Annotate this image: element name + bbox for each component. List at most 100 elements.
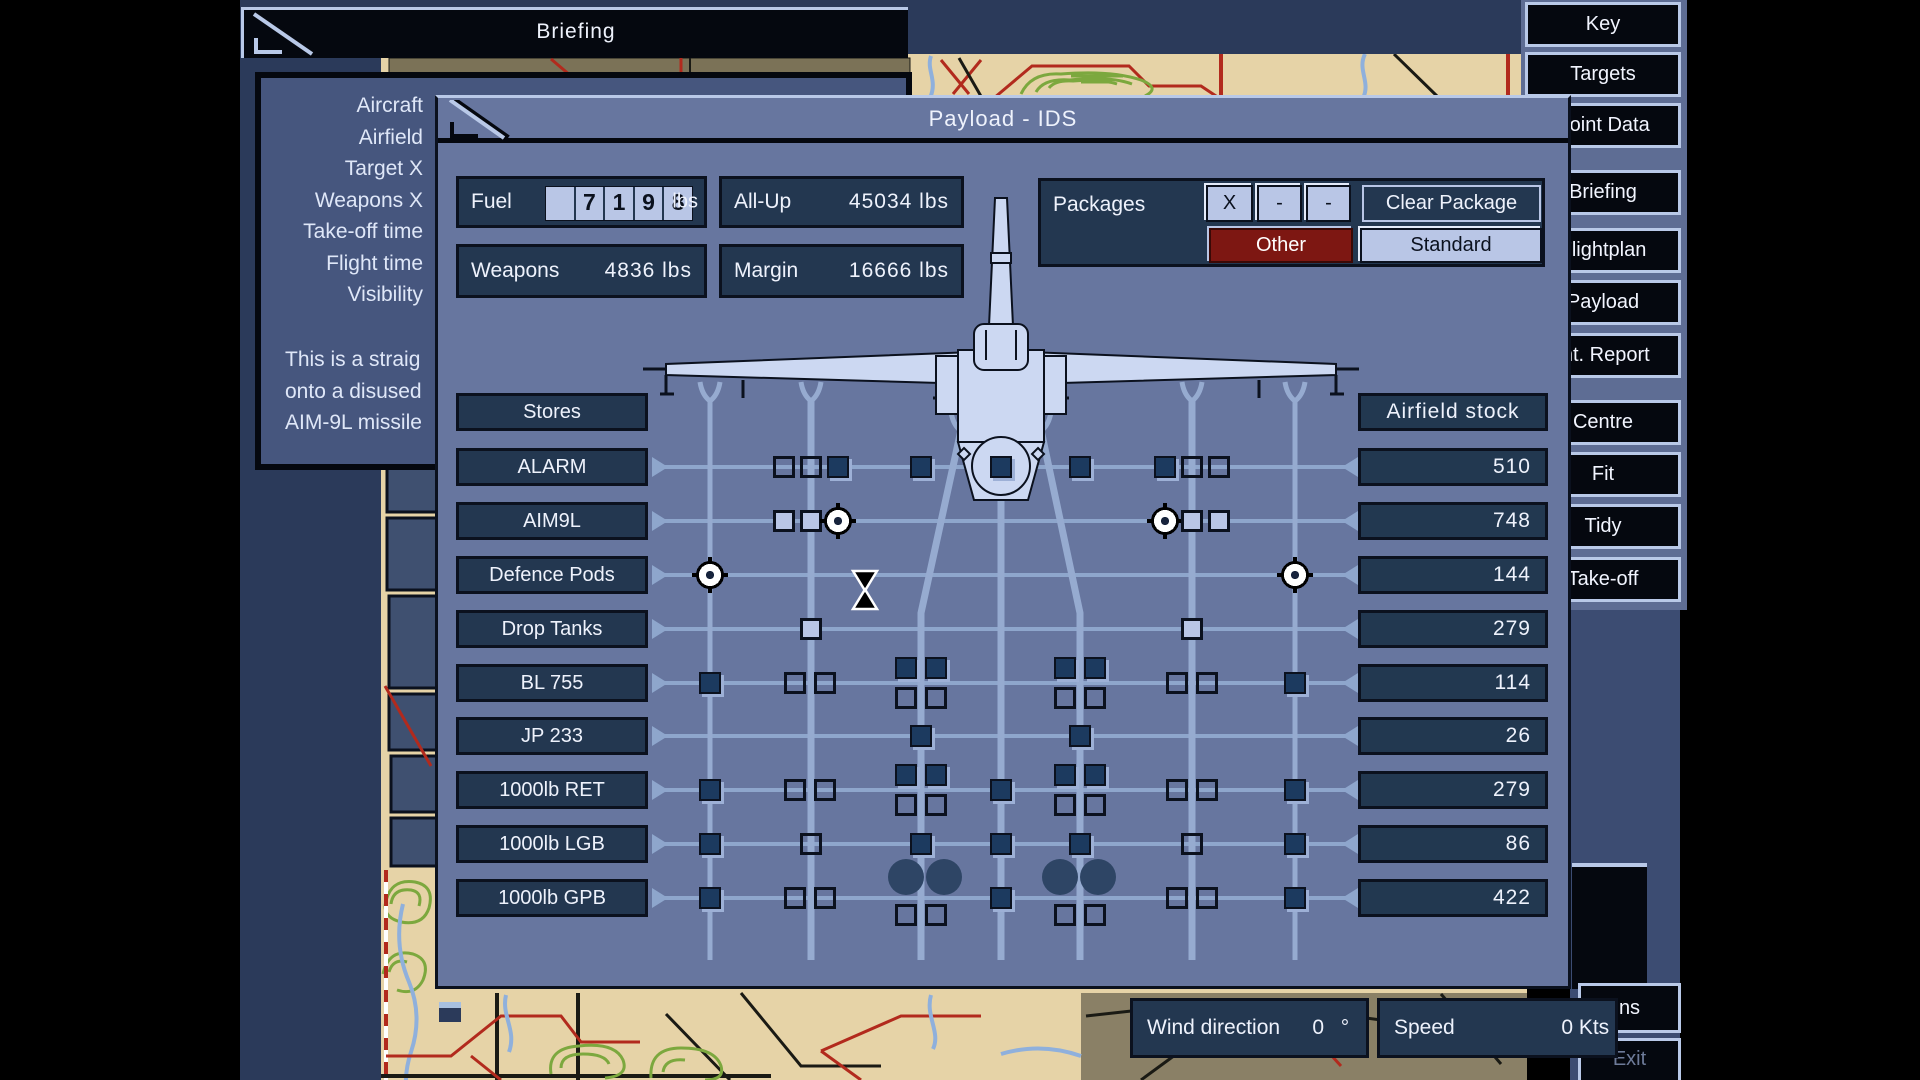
sidebar-button-key[interactable]: Key (1525, 2, 1681, 47)
station-marker-empty[interactable] (1084, 904, 1106, 926)
station-marker-empty[interactable] (1166, 672, 1188, 694)
store-label-button[interactable]: Defence Pods (456, 556, 648, 594)
station-marker-loaded[interactable] (1084, 657, 1106, 679)
station-marker-empty[interactable] (1166, 779, 1188, 801)
airfield-stock-value: 114 (1358, 664, 1548, 702)
station-marker-empty[interactable] (1084, 687, 1106, 709)
station-marker-loaded[interactable] (827, 456, 849, 478)
station-marker-empty[interactable] (895, 904, 917, 926)
station-marker-loaded[interactable] (1069, 833, 1091, 855)
clear-package-button[interactable]: Clear Package (1362, 185, 1541, 222)
package-minus1-button[interactable]: - (1257, 185, 1302, 222)
station-marker-empty[interactable] (1196, 779, 1218, 801)
station-marker-loaded[interactable] (1154, 456, 1176, 478)
station-marker-loaded[interactable] (925, 657, 947, 679)
station-marker-light[interactable] (800, 618, 822, 640)
fuel-digit-cell[interactable]: 9 (635, 187, 665, 220)
fuel-digits-field[interactable]: 7198 (545, 186, 693, 221)
other-package-button[interactable]: Other (1209, 228, 1353, 263)
station-marker-bomb[interactable] (1042, 859, 1078, 895)
station-marker-empty[interactable] (1084, 794, 1106, 816)
fuel-digit-cell[interactable]: 7 (576, 187, 606, 220)
station-marker-empty[interactable] (784, 672, 806, 694)
station-marker-loaded[interactable] (990, 833, 1012, 855)
station-marker-empty[interactable] (1196, 672, 1218, 694)
station-marker-loaded[interactable] (1284, 887, 1306, 909)
station-marker-empty[interactable] (814, 887, 836, 909)
station-marker-loaded[interactable] (990, 456, 1012, 478)
station-marker-bomb[interactable] (888, 859, 924, 895)
station-marker-loaded[interactable] (1069, 725, 1091, 747)
fuel-digit-cell[interactable]: 1 (605, 187, 635, 220)
station-marker-light[interactable] (800, 510, 822, 532)
store-label-button[interactable]: JP 233 (456, 717, 648, 755)
station-marker-empty[interactable] (784, 887, 806, 909)
station-marker-loaded[interactable] (699, 887, 721, 909)
station-marker-selected[interactable] (692, 557, 728, 593)
station-marker-light[interactable] (773, 510, 795, 532)
station-marker-empty[interactable] (925, 904, 947, 926)
station-marker-empty[interactable] (1054, 687, 1076, 709)
store-label-button[interactable]: 1000lb LGB (456, 825, 648, 863)
station-marker-empty[interactable] (1208, 456, 1230, 478)
station-marker-loaded[interactable] (1054, 764, 1076, 786)
station-marker-loaded[interactable] (895, 764, 917, 786)
station-marker-empty[interactable] (814, 779, 836, 801)
station-marker-loaded[interactable] (910, 725, 932, 747)
station-marker-loaded[interactable] (990, 887, 1012, 909)
airfield-stock-value: 26 (1358, 717, 1548, 755)
station-marker-empty[interactable] (800, 456, 822, 478)
station-marker-loaded[interactable] (1069, 456, 1091, 478)
station-marker-loaded[interactable] (895, 657, 917, 679)
station-marker-light[interactable] (1208, 510, 1230, 532)
station-marker-empty[interactable] (1181, 833, 1203, 855)
station-marker-loaded[interactable] (699, 833, 721, 855)
store-label-button[interactable]: 1000lb GPB (456, 879, 648, 917)
station-marker-empty[interactable] (895, 687, 917, 709)
package-minus2-button[interactable]: - (1306, 185, 1351, 222)
fuel-digit-cell[interactable] (546, 187, 576, 220)
wind-speed-unit: Kts (1573, 1016, 1615, 1040)
station-marker-empty[interactable] (1054, 794, 1076, 816)
station-marker-loaded[interactable] (1054, 657, 1076, 679)
station-marker-loaded[interactable] (699, 779, 721, 801)
store-label-button[interactable]: AIM9L (456, 502, 648, 540)
station-marker-loaded[interactable] (1284, 779, 1306, 801)
station-marker-empty[interactable] (814, 672, 836, 694)
station-marker-selected[interactable] (820, 503, 856, 539)
station-marker-loaded[interactable] (1284, 672, 1306, 694)
station-marker-empty[interactable] (925, 794, 947, 816)
station-marker-empty[interactable] (895, 794, 917, 816)
screen: Briefing Aircraft Airfield Target X Weap… (0, 0, 1920, 1080)
package-x-button[interactable]: X (1206, 185, 1253, 222)
station-marker-empty[interactable] (800, 833, 822, 855)
station-marker-light[interactable] (1181, 510, 1203, 532)
station-marker-loaded[interactable] (1084, 764, 1106, 786)
station-marker-bomb[interactable] (1080, 859, 1116, 895)
station-marker-empty[interactable] (1196, 887, 1218, 909)
station-marker-loaded[interactable] (990, 779, 1012, 801)
store-label-button[interactable]: 1000lb RET (456, 771, 648, 809)
station-marker-empty[interactable] (925, 687, 947, 709)
standard-package-button[interactable]: Standard (1360, 228, 1542, 263)
station-marker-loaded[interactable] (925, 764, 947, 786)
station-marker-empty[interactable] (1166, 887, 1188, 909)
store-label-button[interactable]: ALARM (456, 448, 648, 486)
sidebar-button-targets[interactable]: Targets (1525, 52, 1681, 97)
station-marker-empty[interactable] (784, 779, 806, 801)
store-label-button[interactable]: BL 755 (456, 664, 648, 702)
station-marker-bomb[interactable] (926, 859, 962, 895)
station-marker-loaded[interactable] (699, 672, 721, 694)
station-marker-loaded[interactable] (910, 456, 932, 478)
station-marker-loaded[interactable] (910, 833, 932, 855)
station-marker-light[interactable] (1181, 618, 1203, 640)
station-marker-empty[interactable] (1181, 456, 1203, 478)
fuel-unit: lbs (672, 191, 698, 214)
station-marker-selected[interactable] (1277, 557, 1313, 593)
store-label-button[interactable]: Drop Tanks (456, 610, 648, 648)
station-marker-selected[interactable] (1147, 503, 1183, 539)
station-marker-empty[interactable] (1054, 904, 1076, 926)
station-marker-loaded[interactable] (1284, 833, 1306, 855)
station-marker-empty[interactable] (773, 456, 795, 478)
briefing-window-titlebar[interactable]: Briefing (241, 7, 908, 58)
